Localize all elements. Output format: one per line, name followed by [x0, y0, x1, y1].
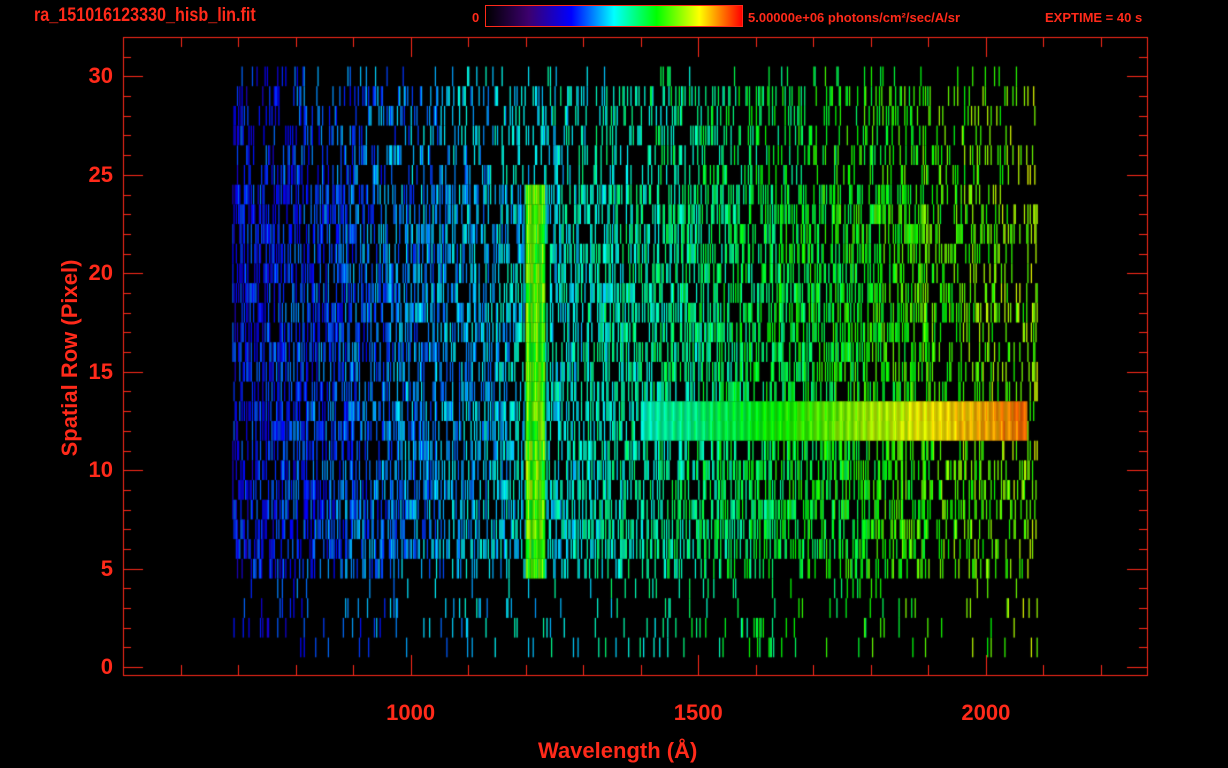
y-tick-label: 25 — [88, 161, 113, 187]
y-tick-label: 20 — [88, 260, 113, 286]
exposure-time: EXPTIME = 40 s — [1045, 10, 1143, 25]
y-axis-label: Spatial Row (Pixel) — [57, 259, 82, 457]
x-tick-label: 1500 — [673, 700, 723, 725]
y-tick-label: 15 — [88, 358, 113, 384]
y-tick-label: 5 — [100, 555, 113, 581]
y-tick-label: 10 — [88, 457, 113, 483]
file-title: ra_151016123330_hisb_lin.fit — [34, 5, 256, 26]
y-tick-label: 0 — [100, 654, 113, 680]
colorbar-max-label: 5.00000e+06 photons/cm²/sec/A/sr — [748, 10, 961, 25]
colorbar — [485, 5, 743, 27]
y-tick-label: 30 — [88, 63, 113, 89]
colorbar-min-label: 0 — [472, 10, 480, 25]
x-tick-label: 2000 — [961, 700, 1011, 725]
x-tick-label: 1000 — [386, 700, 436, 725]
x-axis-label: Wavelength (Å) — [538, 738, 698, 763]
spectral-image-heatmap — [0, 0, 1228, 768]
